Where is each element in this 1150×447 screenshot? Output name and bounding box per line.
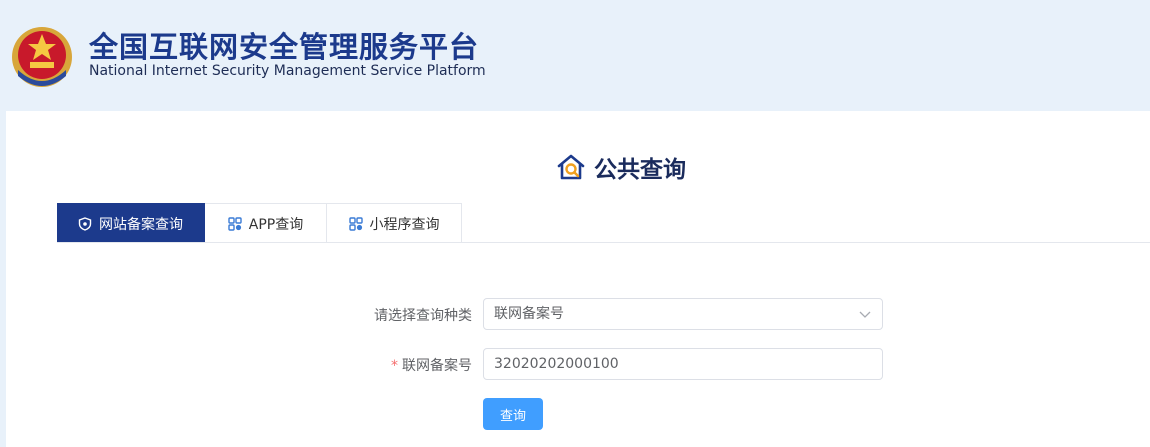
chevron-down-icon [859, 311, 871, 318]
tab-label: 网站备案查询 [99, 216, 183, 233]
house-search-icon [557, 154, 585, 180]
record-number-input[interactable] [483, 348, 883, 380]
police-emblem-icon [12, 27, 72, 87]
site-subtitle: National Internet Security Management Se… [89, 63, 486, 79]
required-mark: * [391, 358, 398, 374]
app-grid-icon [348, 216, 363, 231]
app-grid-icon [228, 216, 242, 231]
record-number-label-text: 联网备案号 [402, 358, 472, 374]
tab-label: 小程序查询 [369, 216, 440, 233]
site-header: 全国互联网安全管理服务平台 National Internet Security… [0, 0, 1150, 111]
tab-app[interactable]: APP查询 [205, 203, 327, 243]
tab-label: APP查询 [248, 216, 304, 233]
query-tabs: 网站备案查询 APP查询 小程序查询 [57, 203, 462, 243]
query-type-value: 联网备案号 [494, 306, 564, 322]
shield-icon [78, 216, 92, 231]
query-type-label: 请选择查询种类 [374, 308, 472, 324]
site-title: 全国互联网安全管理服务平台 [89, 30, 480, 64]
tab-website-record[interactable]: 网站备案查询 [57, 203, 205, 243]
tab-mini-program[interactable]: 小程序查询 [327, 203, 462, 243]
page-heading: 公共查询 [556, 150, 686, 184]
record-number-label: * 联网备案号 [391, 355, 472, 375]
query-button[interactable]: 查询 [483, 398, 543, 430]
page-title: 公共查询 [594, 157, 686, 183]
tab-divider [57, 242, 1150, 243]
query-type-select[interactable]: 联网备案号 [483, 298, 883, 330]
